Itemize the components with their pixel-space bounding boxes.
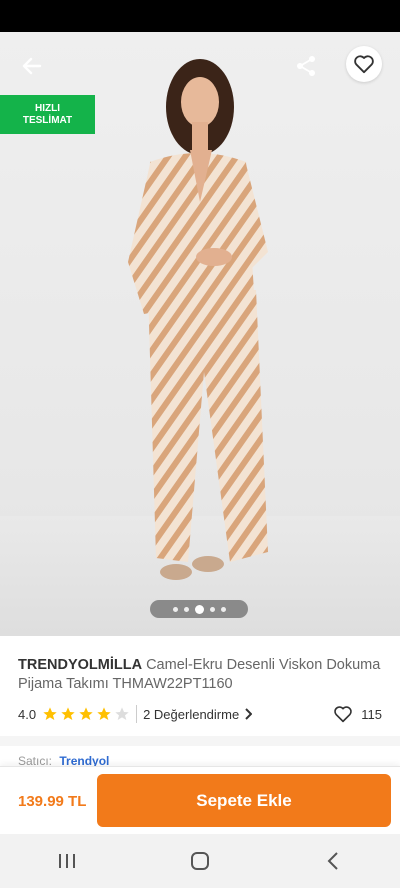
add-to-cart-button[interactable]: Sepete Ekle [97, 774, 391, 827]
likes-count: 115 [361, 706, 382, 722]
gallery-dot[interactable] [209, 606, 215, 612]
gallery-dot[interactable] [183, 606, 189, 612]
system-back-button[interactable] [313, 841, 353, 881]
share-icon [297, 56, 315, 76]
heart-outline-icon [354, 55, 374, 74]
price: 139.99 TL [18, 793, 87, 810]
divider [136, 705, 138, 723]
recent-apps-button[interactable] [47, 841, 87, 881]
star-filled-icon [61, 707, 75, 720]
brand-name[interactable]: TRENDYOLMİLLA [18, 657, 142, 673]
rating-row: 4.0 2 Değerlendirme 115 [18, 704, 382, 724]
badge-line1: HIZLI [35, 102, 60, 114]
gallery-dot-active[interactable] [194, 604, 204, 614]
reviews-link[interactable]: 2 Değerlendirme [143, 706, 253, 722]
recent-apps-icon [58, 854, 75, 868]
star-filled-icon [79, 707, 93, 720]
gallery-pagination[interactable] [150, 600, 248, 618]
product-image-gallery[interactable]: HIZLI TESLİMAT [0, 32, 400, 636]
share-button[interactable] [290, 50, 322, 82]
badge-line2: TESLİMAT [22, 114, 73, 126]
section-separator [0, 736, 400, 746]
star-filled-icon [43, 707, 57, 720]
gallery-dot[interactable] [220, 606, 226, 612]
arrow-left-icon [22, 57, 42, 75]
star-filled-icon [97, 707, 111, 720]
gallery-dot[interactable] [172, 606, 178, 612]
product-info: TRENDYOLMİLLA Camel-Ekru Desenli Viskon … [0, 636, 400, 768]
status-bar [0, 0, 400, 32]
favorite-button[interactable] [346, 46, 382, 82]
back-chevron-icon [327, 852, 339, 870]
home-button[interactable] [180, 841, 220, 881]
star-empty-icon [115, 707, 129, 720]
purchase-bar: 139.99 TL Sepete Ekle [0, 766, 400, 834]
chevron-right-icon [245, 708, 253, 720]
rating-value: 4.0 [18, 706, 37, 722]
product-title: TRENDYOLMİLLA Camel-Ekru Desenli Viskon … [18, 656, 382, 694]
product-photo [128, 59, 268, 580]
heart-outline-icon [334, 706, 353, 723]
system-navigation-bar [0, 834, 400, 888]
back-button[interactable] [16, 50, 48, 82]
fast-delivery-badge: HIZLI TESLİMAT [0, 95, 95, 134]
home-icon [190, 852, 209, 870]
reviews-count: 2 Değerlendirme [143, 706, 240, 722]
star-rating [42, 706, 130, 722]
favorites-count[interactable]: 115 [333, 705, 382, 723]
